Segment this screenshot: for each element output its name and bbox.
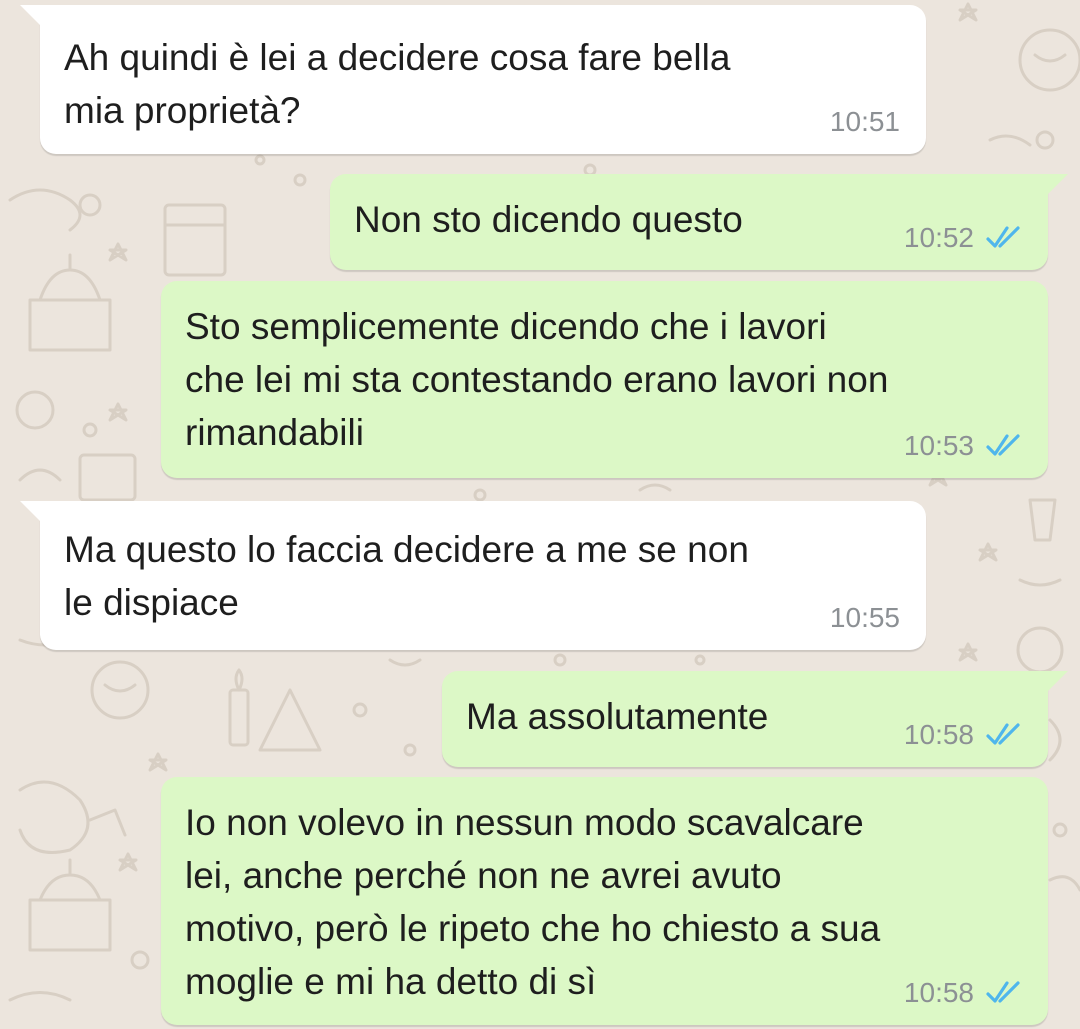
message-text: Non sto dicendo questo (354, 199, 743, 240)
message-bubble-outgoing[interactable]: Ma assolutamente 10:58 (442, 671, 1068, 767)
message-text: Sto semplicemente dicendo che i lavori c… (185, 306, 889, 453)
bubble-tail (20, 501, 46, 527)
double-check-icon (986, 981, 1020, 1003)
double-check-icon (986, 723, 1020, 745)
message-meta: 10:53 (904, 430, 1022, 462)
message-text: Ma questo lo faccia decidere a me se non… (64, 529, 749, 623)
message-meta: 10:58 (904, 719, 1022, 751)
double-check-icon (986, 226, 1020, 248)
message-meta: 10:52 (904, 222, 1022, 254)
message-time: 10:51 (829, 106, 900, 137)
bubble-tail (1042, 174, 1068, 200)
message-meta: 10:51 (830, 106, 900, 138)
message-text: Ma assolutamente (466, 696, 769, 737)
message-time: 10:55 (829, 602, 900, 633)
message-bubble-incoming[interactable]: Ah quindi è lei a decidere cosa fare bel… (20, 5, 926, 154)
message-time: 10:52 (903, 222, 974, 253)
bubble-tail (1042, 671, 1068, 697)
message-bubble-incoming[interactable]: Ma questo lo faccia decidere a me se non… (20, 501, 926, 650)
message-meta: 10:58 (904, 977, 1022, 1009)
message-meta: 10:55 (830, 602, 900, 634)
bubble-tail (20, 5, 46, 31)
double-check-icon (986, 434, 1020, 456)
message-time: 10:53 (903, 430, 974, 461)
message-bubble-outgoing[interactable]: Non sto dicendo questo 10:52 (330, 174, 1068, 270)
chat-message-list: Ah quindi è lei a decidere cosa fare bel… (0, 0, 1080, 1029)
message-text: Io non volevo in nessun modo scavalcare … (185, 802, 881, 1002)
message-bubble-outgoing[interactable]: Io non volevo in nessun modo scavalcare … (161, 777, 1048, 1025)
message-bubble-outgoing[interactable]: Sto semplicemente dicendo che i lavori c… (161, 281, 1048, 478)
message-time: 10:58 (903, 719, 974, 750)
message-text: Ah quindi è lei a decidere cosa fare bel… (64, 37, 731, 131)
message-time: 10:58 (903, 977, 974, 1008)
